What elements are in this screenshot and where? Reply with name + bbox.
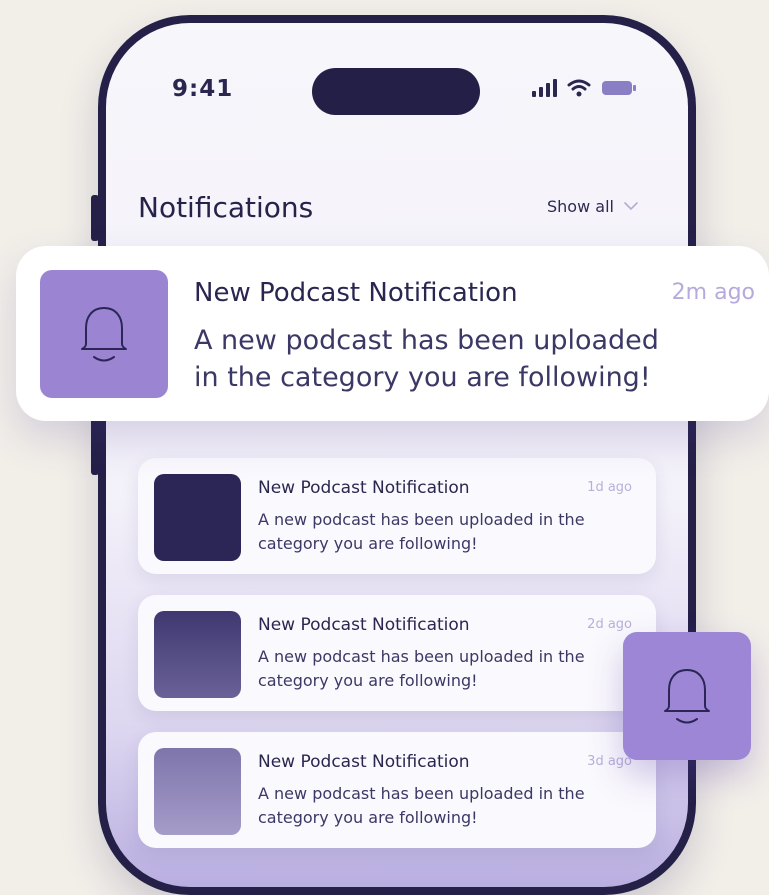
bell-icon	[664, 669, 710, 724]
notification-thumbnail	[154, 611, 241, 698]
featured-notification-thumbnail	[40, 270, 168, 398]
notification-card[interactable]: New Podcast Notification 1d ago A new po…	[138, 458, 656, 574]
notification-body: A new podcast has been uploaded in the c…	[258, 784, 585, 827]
notification-title: New Podcast Notification	[258, 752, 470, 772]
wifi-icon	[567, 79, 591, 97]
dynamic-island	[312, 68, 480, 115]
notification-time: 3d ago	[587, 754, 632, 769]
side-button	[91, 195, 99, 241]
show-all-label: Show all	[547, 197, 614, 216]
notification-time: 2d ago	[587, 617, 632, 632]
featured-notification-body: A new podcast has been uploaded in the c…	[194, 325, 659, 393]
bell-icon	[81, 307, 127, 362]
page-title: Notifications	[138, 191, 314, 224]
featured-notification-time: 2m ago	[671, 280, 755, 305]
notification-thumbnail	[154, 474, 241, 561]
signal-icon	[532, 79, 557, 97]
notification-card[interactable]: New Podcast Notification 2d ago A new po…	[138, 595, 656, 711]
notification-body: A new podcast has been uploaded in the c…	[258, 510, 585, 553]
status-time: 9:41	[172, 76, 234, 102]
notification-body: A new podcast has been uploaded in the c…	[258, 647, 585, 690]
notification-thumbnail	[154, 748, 241, 835]
featured-notification-card[interactable]: New Podcast Notification 2m ago A new po…	[16, 246, 769, 421]
notification-title: New Podcast Notification	[258, 615, 470, 635]
phone-frame: 9:41 Notifications Show all New Podcast …	[91, 15, 696, 895]
chevron-down-icon	[624, 202, 638, 211]
notification-title: New Podcast Notification	[258, 478, 470, 498]
show-all-dropdown[interactable]: Show all	[547, 197, 638, 216]
floating-bell-tile[interactable]	[623, 632, 751, 760]
notification-card[interactable]: New Podcast Notification 3d ago A new po…	[138, 732, 656, 848]
featured-notification-title: New Podcast Notification	[194, 278, 518, 308]
phone-screen: 9:41 Notifications Show all New Podcast …	[106, 23, 688, 887]
status-icons	[531, 79, 637, 97]
notification-time: 1d ago	[587, 480, 632, 495]
battery-icon	[602, 81, 636, 95]
